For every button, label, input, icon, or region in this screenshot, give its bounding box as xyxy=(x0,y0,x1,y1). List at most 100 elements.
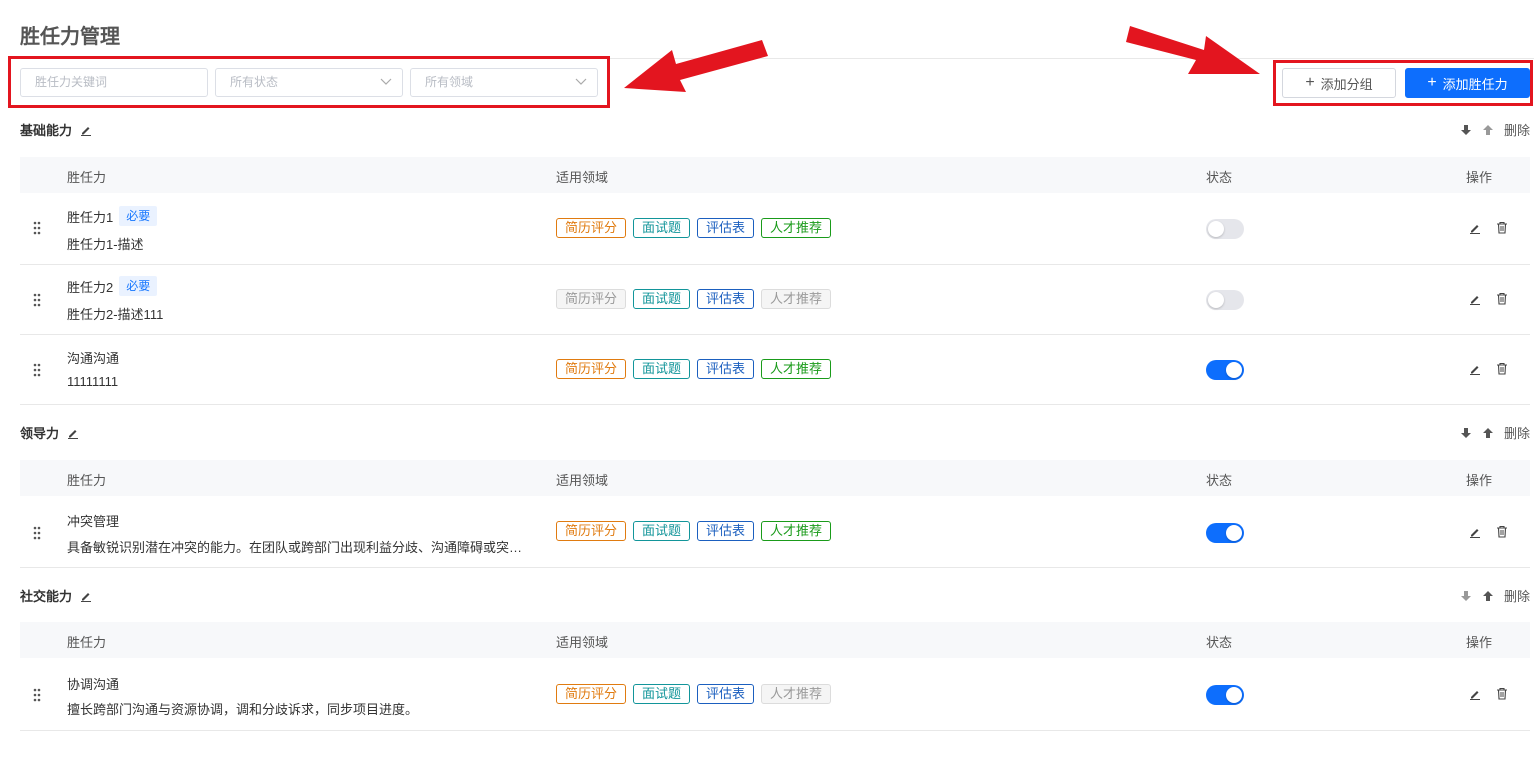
page-title: 胜任力管理 xyxy=(20,26,120,48)
annotation-arrow-right xyxy=(1126,26,1260,74)
move-down-icon[interactable] xyxy=(1460,124,1472,136)
edit-icon[interactable] xyxy=(1469,293,1481,305)
table-row: 沟通沟通 11111111 简历评分 面试题 评估表 人才推荐 xyxy=(20,335,1530,405)
drag-handle-icon[interactable] xyxy=(32,688,42,705)
plus-icon: + xyxy=(1427,74,1437,91)
competency-name: 胜任力1 xyxy=(67,209,114,225)
move-down-icon[interactable] xyxy=(1460,427,1472,439)
competency-name: 沟通沟通 xyxy=(67,351,120,366)
move-up-icon[interactable] xyxy=(1482,124,1494,136)
required-badge: 必要 xyxy=(119,276,158,296)
group-header: 领导力 删除 xyxy=(20,423,1530,443)
domain-tag-evaluation: 评估表 xyxy=(697,521,755,541)
edit-icon[interactable] xyxy=(1469,363,1481,375)
add-competency-label: 添加胜任力 xyxy=(1442,76,1508,92)
group-header: 基础能力 删除 xyxy=(20,120,1530,140)
competency-name: 胜任力2 xyxy=(67,279,114,295)
status-toggle[interactable] xyxy=(1206,523,1244,543)
table-row: 冲突管理 具备敏锐识别潜在冲突的能力。在团队或跨部门出现利益分歧、沟通障碍或突…… xyxy=(20,496,1530,568)
trash-icon[interactable] xyxy=(1496,687,1508,700)
column-actions: 操作 xyxy=(1466,473,1493,488)
edit-group-icon[interactable] xyxy=(67,427,79,439)
delete-group-button[interactable]: 删除 xyxy=(1504,423,1530,442)
domain-tag-evaluation: 评估表 xyxy=(697,684,755,704)
column-actions: 操作 xyxy=(1466,635,1493,650)
status-toggle[interactable] xyxy=(1206,360,1244,380)
status-toggle[interactable] xyxy=(1206,685,1244,705)
edit-group-icon[interactable] xyxy=(80,124,92,136)
filter-highlight-box xyxy=(8,56,610,108)
move-down-icon[interactable] xyxy=(1460,590,1472,602)
domain-tag-evaluation: 评估表 xyxy=(697,289,755,309)
domain-tag-talent-recommend: 人才推荐 xyxy=(761,359,832,379)
status-toggle[interactable] xyxy=(1206,219,1244,239)
edit-icon[interactable] xyxy=(1469,526,1481,538)
column-domain: 适用领域 xyxy=(556,635,609,650)
table-row: 协调沟通 擅长跨部门沟通与资源协调，调和分歧诉求，同步项目进度。 简历评分 面试… xyxy=(20,659,1530,731)
domain-tag-interview: 面试题 xyxy=(633,521,691,541)
drag-handle-icon[interactable] xyxy=(32,526,42,543)
drag-handle-icon[interactable] xyxy=(32,293,42,310)
column-competency: 胜任力 xyxy=(67,635,107,650)
trash-icon[interactable] xyxy=(1496,292,1508,305)
plus-icon: + xyxy=(1305,74,1315,91)
delete-group-button[interactable]: 删除 xyxy=(1504,586,1530,605)
competency-description: 胜任力1-描述 xyxy=(67,237,144,252)
trash-icon[interactable] xyxy=(1496,525,1508,538)
domain-tag-talent-recommend: 人才推荐 xyxy=(761,521,832,541)
required-badge: 必要 xyxy=(119,206,158,226)
drag-handle-icon[interactable] xyxy=(32,363,42,380)
domain-tag-talent-recommend: 人才推荐 xyxy=(761,218,832,238)
column-competency: 胜任力 xyxy=(67,473,107,488)
status-toggle[interactable] xyxy=(1206,290,1244,310)
competency-description: 擅长跨部门沟通与资源协调，调和分歧诉求，同步项目进度。 xyxy=(67,702,419,717)
competency-name: 冲突管理 xyxy=(67,514,120,529)
column-status: 状态 xyxy=(1206,473,1233,488)
group-name: 领导力 xyxy=(20,426,60,441)
competency-description: 具备敏锐识别潜在冲突的能力。在团队或跨部门出现利益分歧、沟通障碍或突… xyxy=(67,540,523,555)
domain-tag-talent-recommend: 人才推荐 xyxy=(761,289,832,309)
add-group-label: 添加分组 xyxy=(1320,76,1373,92)
domain-tag-interview: 面试题 xyxy=(633,218,691,238)
group-name: 社交能力 xyxy=(20,589,73,604)
group-name: 基础能力 xyxy=(20,123,73,138)
table-header: 胜任力 适用领域 状态 操作 xyxy=(20,460,1530,496)
add-group-button[interactable]: + 添加分组 xyxy=(1282,68,1396,98)
table-header: 胜任力 适用领域 状态 操作 xyxy=(20,157,1530,193)
table-row: 胜任力1 必要 胜任力1-描述 简历评分 面试题 评估表 人才推荐 xyxy=(20,193,1530,265)
domain-tag-interview: 面试题 xyxy=(633,359,691,379)
competency-name: 协调沟通 xyxy=(67,677,120,692)
competency-description: 胜任力2-描述111 xyxy=(67,307,164,322)
move-up-icon[interactable] xyxy=(1482,427,1494,439)
trash-icon[interactable] xyxy=(1496,221,1508,234)
domain-tag-evaluation: 评估表 xyxy=(697,359,755,379)
domain-tag-interview: 面试题 xyxy=(633,684,691,704)
add-competency-button[interactable]: + 添加胜任力 xyxy=(1405,68,1530,98)
table-header: 胜任力 适用领域 状态 操作 xyxy=(20,622,1530,658)
domain-tag-resume-score: 简历评分 xyxy=(556,359,627,379)
column-status: 状态 xyxy=(1206,635,1233,650)
column-status: 状态 xyxy=(1206,170,1233,185)
table-row: 胜任力2 必要 胜任力2-描述111 简历评分 面试题 评估表 人才推荐 xyxy=(20,265,1530,335)
domain-tag-resume-score: 简历评分 xyxy=(556,218,627,238)
domain-tag-resume-score: 简历评分 xyxy=(556,289,627,309)
edit-icon[interactable] xyxy=(1469,688,1481,700)
column-actions: 操作 xyxy=(1466,170,1493,185)
move-up-icon[interactable] xyxy=(1482,590,1494,602)
column-domain: 适用领域 xyxy=(556,473,609,488)
domain-tag-resume-score: 简历评分 xyxy=(556,521,627,541)
column-competency: 胜任力 xyxy=(67,170,107,185)
trash-icon[interactable] xyxy=(1496,362,1508,375)
domain-tag-interview: 面试题 xyxy=(633,289,691,309)
edit-icon[interactable] xyxy=(1469,222,1481,234)
column-domain: 适用领域 xyxy=(556,170,609,185)
group-header: 社交能力 删除 xyxy=(20,586,1530,606)
competency-description: 11111111 xyxy=(67,374,119,389)
domain-tag-talent-recommend: 人才推荐 xyxy=(761,684,832,704)
delete-group-button[interactable]: 删除 xyxy=(1504,120,1530,139)
annotation-arrow-left xyxy=(624,40,768,92)
edit-group-icon[interactable] xyxy=(80,590,92,602)
drag-handle-icon[interactable] xyxy=(32,221,42,238)
domain-tag-resume-score: 简历评分 xyxy=(556,684,627,704)
domain-tag-evaluation: 评估表 xyxy=(697,218,755,238)
